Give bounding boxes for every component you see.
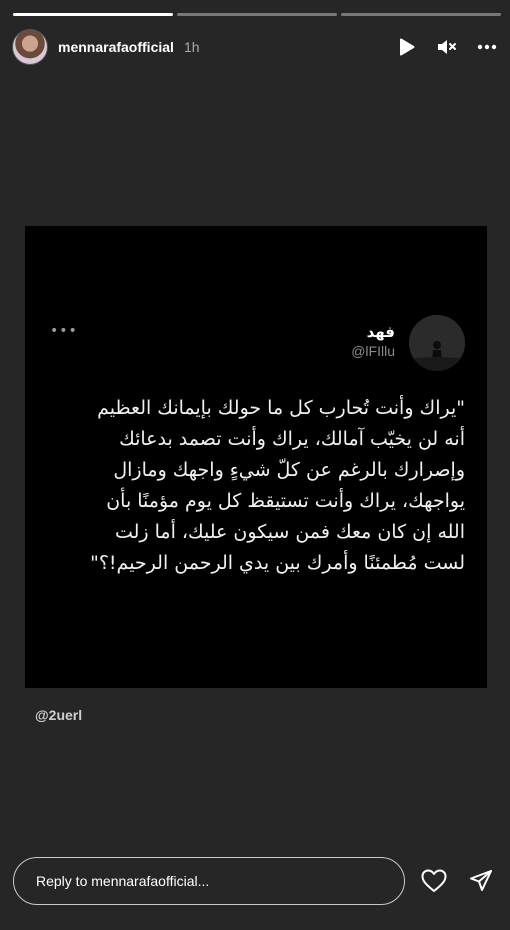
story-content-card: ••• فهد @lFIllu "يراك وأنت تُحارب كل ما … xyxy=(25,226,487,688)
more-icon[interactable] xyxy=(476,36,498,58)
tweet-header: ••• فهد @lFIllu xyxy=(50,315,465,373)
story-viewer: mennarafaofficial 1h ••• فهد @lFIllu "ير… xyxy=(0,0,510,930)
heart-icon[interactable] xyxy=(420,867,448,895)
post-time: 1h xyxy=(183,39,200,55)
avatar[interactable] xyxy=(12,29,48,65)
credit-mention[interactable]: @2uerl xyxy=(35,707,82,723)
tweet-text: "يراك وأنت تُحارب كل ما حولك بإيمانك الع… xyxy=(90,397,465,574)
tweet-avatar xyxy=(409,315,465,371)
tweet-author: فهد @lFIllu xyxy=(351,323,395,359)
progress-segment xyxy=(13,13,173,16)
send-icon[interactable] xyxy=(467,867,495,895)
progress-segment xyxy=(177,13,337,16)
tweet-author-handle: @lFIllu xyxy=(351,343,395,359)
story-progress xyxy=(13,13,501,16)
play-icon[interactable] xyxy=(396,36,418,58)
story-header: mennarafaofficial 1h xyxy=(12,28,498,66)
story-footer xyxy=(13,857,497,905)
mute-icon[interactable] xyxy=(436,36,458,58)
story-controls xyxy=(396,36,498,58)
progress-segment xyxy=(341,13,501,16)
tweet-author-name: فهد xyxy=(366,323,395,341)
reply-input[interactable] xyxy=(13,857,405,905)
username[interactable]: mennarafaofficial xyxy=(58,39,174,55)
tweet-more-icon: ••• xyxy=(50,323,78,339)
